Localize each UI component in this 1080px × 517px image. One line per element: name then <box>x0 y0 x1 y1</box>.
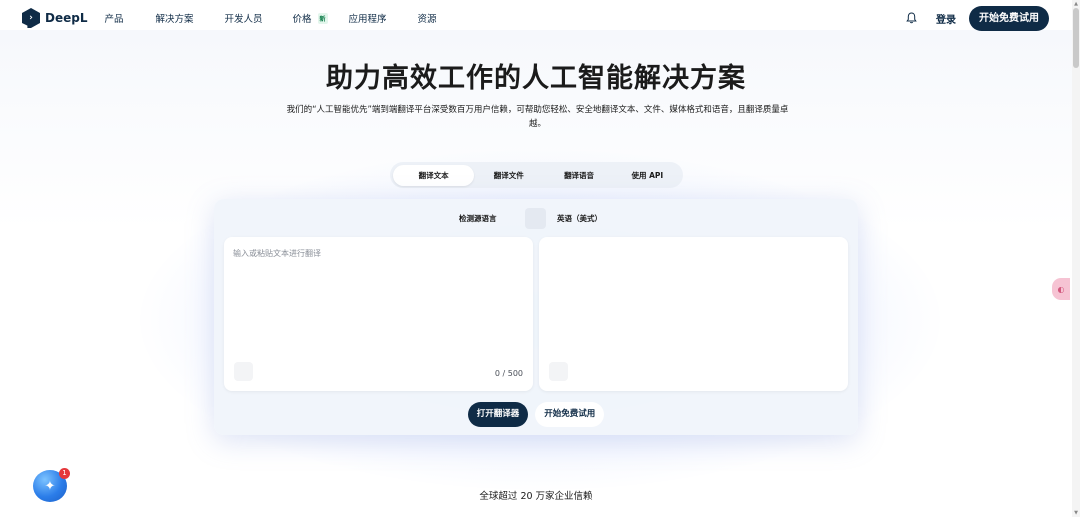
nav-link-label: 解决方案 <box>155 14 194 25</box>
page-title: 助力高效工作的人工智能解决方案 <box>326 63 746 94</box>
microphone-icon[interactable] <box>234 362 253 381</box>
nav-link-label: 价格 <box>292 14 312 25</box>
nav-link-solutions[interactable]: 解决方案 <box>155 11 224 25</box>
new-badge: 新 <box>317 12 328 24</box>
bell-icon-svg <box>905 12 917 24</box>
nav-link-apps[interactable]: 应用程序 <box>348 11 417 25</box>
page-scrollbar[interactable]: ▲ ▼ <box>1072 0 1080 517</box>
language-selector-row: 检测源语言 英语（美式） <box>214 208 858 229</box>
nav-link-label: 应用程序 <box>348 14 387 25</box>
page-subtitle: 我们的“人工智能优先”端到端翻译平台深受数百万用户信赖，可帮助您轻松、安全地翻译… <box>286 105 789 129</box>
nav-link-pricing[interactable]: 价格新 <box>292 11 348 25</box>
scroll-thumb[interactable] <box>1073 8 1079 68</box>
brand-name: DeepL <box>45 11 88 25</box>
swap-icon[interactable] <box>525 208 546 229</box>
scroll-up-arrow-icon[interactable]: ▲ <box>1073 1 1079 7</box>
tab-translate-voice[interactable]: 翻译语音 <box>543 165 614 186</box>
nav-link-developers[interactable]: 开发人员 <box>224 11 292 25</box>
target-language-select[interactable]: 英语（美式） <box>557 213 602 224</box>
nav-link-label: 开发人员 <box>224 14 263 25</box>
nav-link-label: 资源 <box>417 14 437 25</box>
start-free-trial-button[interactable]: 开始免费试用 <box>969 5 1049 31</box>
copy-icon[interactable] <box>549 362 568 381</box>
deepl-logo-icon: › <box>22 8 40 28</box>
translator-card: 检测源语言 英语（美式） 输入或粘贴文本进行翻译 0 / 500 打开翻译器 开… <box>214 199 858 435</box>
notification-badge: 1 <box>59 468 70 479</box>
open-translator-button[interactable]: 打开翻译器 <box>467 402 529 427</box>
scroll-down-arrow-icon[interactable]: ▼ <box>1073 510 1079 516</box>
nav-actions: 登录 开始免费试用 <box>904 5 1072 31</box>
source-text-input[interactable]: 输入或粘贴文本进行翻译 <box>233 248 321 259</box>
nav-links: 产品 解决方案 开发人员 价格新 应用程序 资源 <box>104 11 437 25</box>
translator-actions: 打开翻译器 开始免费试用 <box>214 401 858 427</box>
source-text-pane[interactable]: 输入或粘贴文本进行翻译 0 / 500 <box>224 237 533 391</box>
top-nav: › DeepL 产品 解决方案 开发人员 价格新 应用程序 资源 登录 开始免费… <box>0 0 1072 36</box>
side-assistant-icon[interactable]: ◐ <box>1052 278 1070 300</box>
nav-link-resources[interactable]: 资源 <box>417 11 436 25</box>
character-counter: 0 / 500 <box>494 369 523 378</box>
nav-link-label: 产品 <box>104 14 124 25</box>
bell-icon[interactable] <box>904 11 918 25</box>
source-language-select[interactable]: 检测源语言 <box>459 213 497 224</box>
tab-translate-files[interactable]: 翻译文件 <box>474 165 543 186</box>
login-link[interactable]: 登录 <box>936 11 956 26</box>
target-text-pane <box>539 237 848 391</box>
nav-link-products[interactable]: 产品 <box>104 11 155 25</box>
deepl-logo[interactable]: › DeepL <box>22 8 87 28</box>
card-free-trial-button[interactable]: 开始免费试用 <box>535 402 605 427</box>
trust-statement: 全球超过 20 万家企业信赖 <box>479 491 593 502</box>
tab-use-api[interactable]: 使用 API <box>615 165 680 186</box>
tab-translate-text[interactable]: 翻译文本 <box>393 164 475 186</box>
feature-tabs: 翻译文本 翻译文件 翻译语音 使用 API <box>390 162 683 188</box>
